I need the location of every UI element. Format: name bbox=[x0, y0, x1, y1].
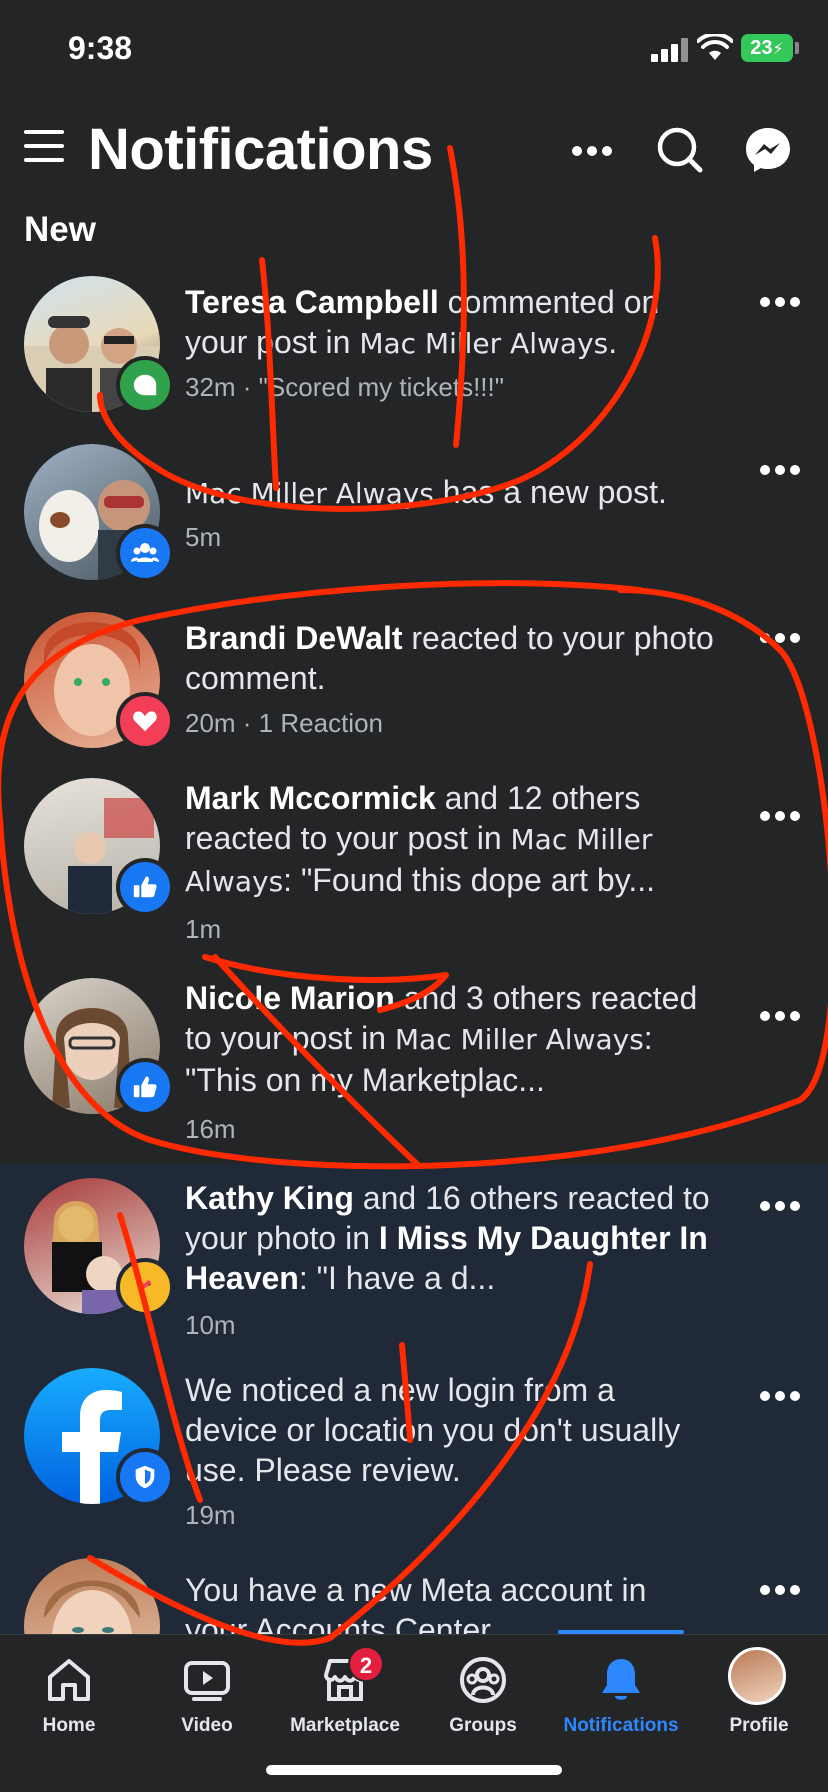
shield-icon bbox=[116, 1448, 174, 1506]
menu-icon[interactable] bbox=[24, 128, 64, 164]
more-options-icon[interactable] bbox=[756, 1196, 804, 1216]
notification-item[interactable]: Mac Miller Always has a new post. 5m bbox=[0, 428, 828, 596]
notification-item[interactable]: You have a new Meta account in your Acco… bbox=[0, 1538, 828, 1634]
video-icon bbox=[184, 1661, 230, 1701]
groups-icon bbox=[116, 524, 174, 582]
bell-icon bbox=[602, 1659, 640, 1700]
notification-item[interactable]: Mark Mccormick and 12 others reacted to … bbox=[0, 764, 828, 964]
home-indicator bbox=[266, 1765, 562, 1775]
notification-item[interactable]: Kathy King and 16 others reacted to your… bbox=[0, 1164, 828, 1348]
more-options-icon[interactable] bbox=[566, 124, 618, 176]
more-options-icon[interactable] bbox=[756, 292, 804, 312]
notification-text: Mark Mccormick and 12 others reacted to … bbox=[185, 780, 656, 898]
comment-icon bbox=[116, 356, 174, 414]
notification-text: Brandi DeWalt reacted to your photo comm… bbox=[185, 620, 714, 696]
notification-text: We noticed a new login from a device or … bbox=[185, 1372, 681, 1488]
tab-profile[interactable]: Profile bbox=[690, 1635, 828, 1755]
notification-meta: 32m · "Scored my tickets!!!" bbox=[185, 372, 504, 402]
status-time: 9:38 bbox=[68, 30, 133, 66]
more-options-icon[interactable] bbox=[756, 1006, 804, 1026]
groups-icon bbox=[460, 1657, 506, 1703]
notification-meta: 20m · 1 Reaction bbox=[185, 708, 383, 738]
notification-text: Kathy King and 16 others reacted to your… bbox=[185, 1180, 710, 1296]
wifi-icon bbox=[697, 34, 733, 60]
notification-item[interactable]: Teresa Campbell commented on your post i… bbox=[0, 260, 828, 428]
more-options-icon[interactable] bbox=[756, 628, 804, 648]
cellular-signal-icon bbox=[651, 38, 689, 62]
notification-text: Mac Miller Always has a new post. bbox=[185, 474, 667, 510]
page-header: Notifications bbox=[0, 100, 828, 200]
home-icon bbox=[48, 1659, 90, 1701]
section-new-label: New bbox=[24, 210, 96, 249]
battery-cap bbox=[795, 42, 799, 54]
more-options-icon[interactable] bbox=[756, 806, 804, 826]
notification-meta: 16m bbox=[185, 1114, 236, 1144]
avatar bbox=[24, 1558, 160, 1634]
like-icon bbox=[116, 858, 174, 916]
messenger-icon[interactable] bbox=[742, 124, 794, 176]
search-icon[interactable] bbox=[654, 124, 706, 176]
notification-meta: 19m bbox=[185, 1500, 236, 1530]
like-icon bbox=[116, 1058, 174, 1116]
tab-marketplace[interactable]: Marketplace bbox=[276, 1635, 414, 1755]
more-options-icon[interactable] bbox=[756, 1580, 804, 1600]
notification-item[interactable]: Brandi DeWalt reacted to your photo comm… bbox=[0, 596, 828, 764]
tab-notifications[interactable]: Notifications bbox=[552, 1635, 690, 1755]
notification-text: Nicole Marion and 3 others reacted to yo… bbox=[185, 980, 698, 1098]
notification-text: You have a new Meta account in your Acco… bbox=[185, 1572, 647, 1634]
battery-indicator: 23⚡ bbox=[741, 34, 793, 62]
tab-groups[interactable]: Groups bbox=[414, 1635, 552, 1755]
status-bar: 9:38 23⚡ bbox=[0, 0, 828, 100]
notification-meta: 10m bbox=[185, 1310, 236, 1340]
notification-text: Teresa Campbell commented on your post i… bbox=[185, 284, 660, 360]
notification-item[interactable]: Nicole Marion and 3 others reacted to yo… bbox=[0, 964, 828, 1164]
more-options-icon[interactable] bbox=[756, 1386, 804, 1406]
tab-home[interactable]: Home bbox=[0, 1635, 138, 1755]
heart-icon bbox=[116, 692, 174, 750]
page-title: Notifications bbox=[88, 117, 433, 182]
more-options-icon[interactable] bbox=[756, 460, 804, 480]
profile-avatar bbox=[728, 1647, 786, 1705]
notification-item[interactable]: We noticed a new login from a device or … bbox=[0, 1348, 828, 1538]
notification-meta: 1m bbox=[185, 914, 222, 944]
care-reaction-icon bbox=[116, 1258, 174, 1316]
notification-meta: 5m bbox=[185, 522, 222, 552]
tab-video[interactable]: Video bbox=[138, 1635, 276, 1755]
marketplace-count-badge: 2 bbox=[348, 1646, 384, 1682]
